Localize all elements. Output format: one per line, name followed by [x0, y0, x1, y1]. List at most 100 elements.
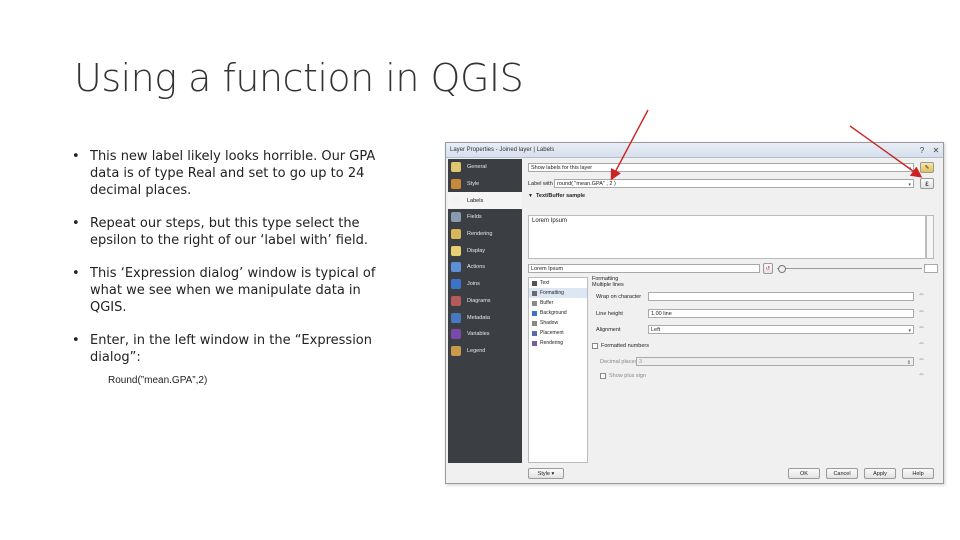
sidebar-item-metadata[interactable]: Metadata	[448, 309, 522, 326]
actions-icon	[451, 262, 461, 273]
formatted-numbers-checkbox[interactable]	[592, 343, 598, 349]
sidebar-item-display[interactable]: Display	[448, 242, 522, 259]
subtab-text[interactable]: Text	[529, 278, 587, 288]
label-subtabs: Text Formatting Buffer Background Shadow Plac…	[528, 277, 588, 463]
subtab-label: Text	[540, 280, 550, 286]
decimal-places-spinbox[interactable]: 3 ⇕	[636, 357, 914, 366]
decimal-places-value: 3	[639, 359, 643, 365]
labels-icon	[451, 195, 461, 206]
slider-track	[776, 268, 923, 269]
formatted-numbers-row: Formatted numbers	[592, 343, 649, 349]
override-icon[interactable]: ⇔	[918, 356, 925, 363]
subtab-label: Formatting	[540, 290, 564, 296]
override-icon[interactable]: ⇔	[918, 324, 925, 331]
sample-text-field[interactable]: Lorem Ipsum	[528, 264, 760, 273]
sidebar-item-label: Diagrams	[467, 297, 491, 304]
sidebar-item-style[interactable]: Style	[448, 176, 522, 193]
subtab-label: Rendering	[540, 340, 564, 346]
labels-mode-row: Show labels for this layer ▾ ✎	[528, 162, 936, 173]
wrap-label: Wrap on character	[596, 294, 642, 300]
placement-icon	[532, 330, 537, 336]
epsilon-icon: ε	[925, 179, 929, 188]
joins-icon	[451, 279, 461, 290]
sample-header-row: ▼ Text/Buffer sample	[528, 193, 585, 199]
override-icon[interactable]: ⇔	[918, 340, 925, 347]
decimal-places-label: Decimal places	[600, 359, 638, 365]
dialog-footer: Style ▾ OK Cancel Apply Help	[524, 465, 940, 483]
subtab-formatting[interactable]: Formatting	[529, 288, 587, 298]
sample-scrollbar[interactable]	[926, 215, 934, 259]
wrap-field[interactable]	[648, 292, 914, 301]
subtab-label: Background	[540, 310, 567, 316]
label-with-value: round( "mean.GPA" , 2 )	[557, 181, 616, 187]
ok-button[interactable]: OK	[788, 468, 820, 479]
sidebar-item-fields[interactable]: Fields	[448, 209, 522, 226]
sidebar-item-label: Metadata	[467, 314, 490, 321]
subtab-label: Buffer	[540, 300, 554, 306]
zoom-slider[interactable]	[776, 264, 923, 273]
line-height-label: Line height	[596, 311, 623, 317]
help-icon[interactable]: ?	[915, 146, 929, 155]
sidebar-item-label: General	[467, 164, 487, 171]
expression-epsilon-button[interactable]: ε	[920, 178, 934, 189]
fields-icon	[451, 212, 461, 223]
window-titlebar: Layer Properties - Joined layer | Labels…	[446, 143, 943, 158]
reset-sample-button[interactable]: ↺	[762, 263, 773, 274]
bullet-item: This ‘Expression dialog’ window is typic…	[72, 265, 392, 316]
sample-combo-row: Lorem Ipsum ↺	[528, 263, 938, 274]
code-line: Round(”mean.GPA”,2)	[108, 375, 208, 386]
rendering-icon	[451, 229, 461, 240]
text-icon	[532, 280, 537, 286]
style-menu-button[interactable]: Style ▾	[528, 468, 564, 479]
override-icon[interactable]: ⇔	[918, 291, 925, 298]
properties-sidebar: General Style Labels Fields Rendering Display…	[448, 159, 522, 463]
sidebar-item-labels[interactable]: Labels	[448, 192, 522, 210]
alignment-combo[interactable]: Left ▾	[648, 325, 914, 334]
close-icon[interactable]: ✕	[929, 146, 943, 155]
cancel-button[interactable]: Cancel	[826, 468, 858, 479]
sidebar-item-legend[interactable]: Legend	[448, 343, 522, 360]
layer-style-button[interactable]: ✎	[920, 162, 934, 173]
line-height-field[interactable]: 1.00 line	[648, 309, 914, 318]
show-plus-sign-label: Show plus sign	[609, 373, 646, 379]
sidebar-item-label: Legend	[467, 347, 486, 354]
subtab-rendering[interactable]: Rendering	[529, 338, 587, 348]
show-plus-sign-checkbox[interactable]	[600, 373, 606, 379]
sidebar-item-joins[interactable]: Joins	[448, 276, 522, 293]
style-icon	[451, 179, 461, 190]
subtab-buffer[interactable]: Buffer	[529, 298, 587, 308]
variables-icon	[451, 329, 461, 340]
show-plus-sign-row: Show plus sign	[600, 373, 646, 379]
subtab-shadow[interactable]: Shadow	[529, 318, 587, 328]
sidebar-item-actions[interactable]: Actions	[448, 259, 522, 276]
sidebar-item-label: Style	[467, 181, 480, 188]
alignment-value: Left	[651, 327, 661, 333]
metadata-icon	[451, 312, 461, 323]
reset-icon: ↺	[765, 266, 771, 272]
slider-handle[interactable]	[777, 265, 786, 273]
override-icon[interactable]: ⇔	[918, 308, 925, 315]
label-with-field[interactable]: round( "mean.GPA" , 2 ) ▾	[554, 179, 914, 188]
subtab-background[interactable]: Background	[529, 308, 587, 318]
labels-mode-value: Show labels for this layer	[531, 165, 593, 171]
sample-header: Text/Buffer sample	[535, 193, 586, 199]
multiple-lines-header: Multiple lines	[592, 282, 624, 288]
apply-button[interactable]: Apply	[864, 468, 896, 479]
subtab-placement[interactable]: Placement	[529, 328, 587, 338]
sidebar-item-rendering[interactable]: Rendering	[448, 226, 522, 243]
diagrams-icon	[451, 295, 461, 306]
sidebar-item-variables[interactable]: Variables	[448, 326, 522, 343]
override-icon[interactable]: ⇔	[918, 371, 925, 378]
formatted-numbers-label: Formatted numbers	[601, 343, 649, 349]
sidebar-item-general[interactable]: General	[448, 159, 522, 176]
buffer-icon	[532, 300, 537, 306]
background-color-button[interactable]	[924, 264, 938, 273]
sidebar-item-diagrams[interactable]: Diagrams	[448, 293, 522, 310]
labels-mode-combo[interactable]: Show labels for this layer ▾	[528, 163, 914, 172]
collapse-arrow-icon[interactable]: ▼	[528, 193, 533, 199]
sidebar-item-label: Display	[467, 247, 486, 254]
paint-icon: ✎	[924, 165, 930, 171]
background-icon	[532, 310, 537, 316]
sample-text-field-value: Lorem Ipsum	[531, 266, 564, 272]
help-button[interactable]: Help	[902, 468, 934, 479]
